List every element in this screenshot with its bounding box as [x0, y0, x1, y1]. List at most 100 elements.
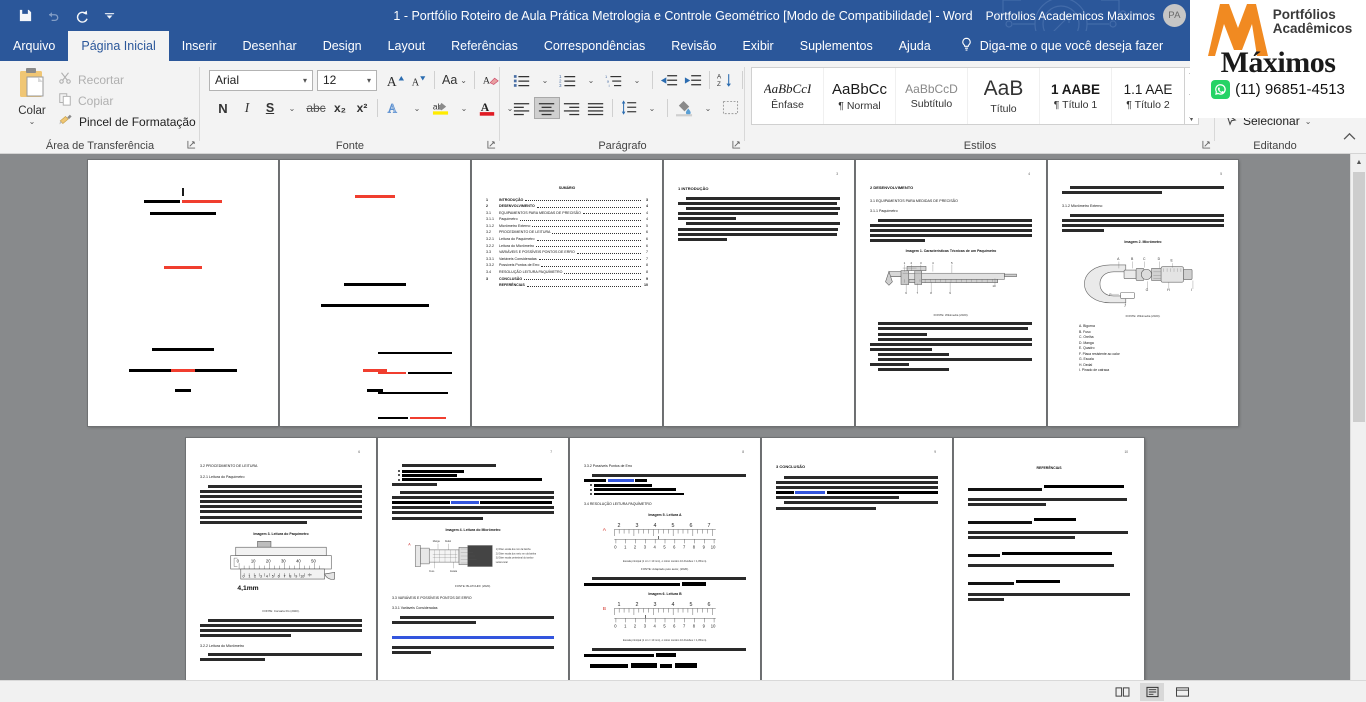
document-page[interactable]: 5 3.1.2 Micrômetro Externo Imagem 2. Mic…: [1048, 160, 1238, 426]
text-effects-chevron-down-icon[interactable]: ⌄: [406, 97, 428, 119]
toc-entry[interactable]: 3.3 VARIÁVEIS E POSSÍVEIS PONTOS DE ERRO 7: [486, 250, 648, 255]
contact-phone[interactable]: (11) 96851-4513: [1211, 79, 1345, 99]
tab-pagina-inicial[interactable]: Página Inicial: [68, 31, 169, 61]
underline-button[interactable]: S: [259, 97, 281, 119]
tab-layout[interactable]: Layout: [375, 31, 439, 61]
document-page[interactable]: [88, 160, 278, 426]
shading-chevron-down-icon[interactable]: ⌄: [697, 97, 719, 119]
underline-chevron-down-icon[interactable]: ⌄: [281, 97, 303, 119]
line-spacing-chevron-down-icon[interactable]: ⌄: [641, 97, 663, 119]
change-case-button[interactable]: Aa ⌄: [439, 69, 470, 91]
toc-entry[interactable]: 3.1 EQUIPAMENTOS PARA MEDIDAS DE PRECISÃO…: [486, 210, 648, 215]
chevron-down-icon[interactable]: ⌄: [460, 76, 467, 85]
toc-entry[interactable]: 3.1.2 Micrômetro Externo 5: [486, 223, 648, 228]
copy-button[interactable]: Copiar: [58, 90, 196, 111]
justify-button[interactable]: [584, 97, 608, 119]
redo-icon[interactable]: [68, 4, 94, 28]
multilevel-chevron-down-icon[interactable]: ⌄: [626, 69, 648, 91]
document-page[interactable]: 10 REFERÊNCIAS: [954, 438, 1144, 702]
borders-button[interactable]: [719, 97, 742, 119]
toc-entry[interactable]: 2 DESENVOLVIMENTO 4: [486, 204, 648, 209]
style-item[interactable]: AaBbCcD Subtítulo: [896, 68, 968, 124]
text-effects-button[interactable]: A: [382, 97, 406, 119]
toc-entry[interactable]: 3.2.1 Leitura do Paquímetro 6: [486, 237, 648, 242]
tell-me-search[interactable]: Diga-me o que você deseja fazer: [944, 31, 1163, 61]
font-family-input[interactable]: Arial ▾: [209, 69, 313, 91]
tab-inserir[interactable]: Inserir: [169, 31, 230, 61]
highlight-chevron-down-icon[interactable]: ⌄: [453, 97, 475, 119]
style-item[interactable]: AaBbCcI Ênfase: [752, 68, 824, 124]
increase-indent-button[interactable]: [681, 69, 705, 91]
shrink-font-button[interactable]: A: [407, 69, 430, 91]
bullet-list-button[interactable]: [510, 69, 534, 91]
toc-entry[interactable]: 1 INTRODUÇÃO 3: [486, 197, 648, 202]
toc-entry[interactable]: 3.2 PROCEDIMENTO DE LEITURA 6: [486, 230, 648, 235]
scrollbar-thumb[interactable]: [1353, 172, 1365, 422]
numbered-list-chevron-down-icon[interactable]: ⌄: [580, 69, 602, 91]
tab-ajuda[interactable]: Ajuda: [886, 31, 944, 61]
multilevel-list-button[interactable]: 1ai: [602, 69, 626, 91]
styles-gallery[interactable]: AaBbCcI Ênfase AaBbCc ¶ Normal AaBbCcD S…: [751, 67, 1199, 125]
read-mode-icon[interactable]: [1110, 683, 1134, 701]
tab-exibir[interactable]: Exibir: [729, 31, 786, 61]
undo-icon[interactable]: [40, 4, 66, 28]
toc-entry[interactable]: 3.4 RESOLUÇÃO LEITURA PAQUÍMETRO 8: [486, 270, 648, 275]
text-highlight-button[interactable]: ab: [428, 97, 453, 119]
toc-entry[interactable]: 3.3.1 Variáveis Consideradas 7: [486, 256, 648, 261]
numbered-list-button[interactable]: 123: [556, 69, 580, 91]
style-item[interactable]: AaBbCc ¶ Normal: [824, 68, 896, 124]
document-page[interactable]: 6 3.2 PROCEDIMENTO DE LEITURA 3.2.1 Leit…: [186, 438, 376, 702]
document-page[interactable]: 3 1 INTRODUÇÃO: [664, 160, 854, 426]
style-item[interactable]: 1.1 AAE ¶ Título 2: [1112, 68, 1184, 124]
scroll-up-icon[interactable]: ▲: [1351, 154, 1366, 170]
document-page[interactable]: 8 3.3.2 Possíveis Pontos de Erro 3.4 RES…: [570, 438, 760, 702]
customize-qat-icon[interactable]: [96, 4, 122, 28]
tab-suplementos[interactable]: Suplementos: [787, 31, 886, 61]
print-layout-icon[interactable]: [1140, 682, 1164, 701]
document-canvas[interactable]: SUMÁRIO 1 INTRODUÇÃO 3 2 DESENVOLVIMENTO 4 3.1…: [0, 154, 1366, 702]
vertical-scrollbar[interactable]: ▲ ▼: [1350, 154, 1366, 702]
line-spacing-button[interactable]: [617, 97, 641, 119]
style-item[interactable]: 1 AABE ¶ Título 1: [1040, 68, 1112, 124]
align-left-button[interactable]: [510, 97, 534, 119]
toc-entry[interactable]: REFERÊNCIAS 10: [486, 283, 648, 288]
document-page[interactable]: 7 Imagem 4. Leitura do Micrômetro Manga …: [378, 438, 568, 702]
decrease-indent-button[interactable]: [657, 69, 681, 91]
document-page[interactable]: SUMÁRIO 1 INTRODUÇÃO 3 2 DESENVOLVIMENTO 4 3.1…: [472, 160, 662, 426]
tab-correspondencias[interactable]: Correspondências: [531, 31, 658, 61]
toc-entry[interactable]: 3.1.1 Paquímetro 4: [486, 217, 648, 222]
tab-referencias[interactable]: Referências: [438, 31, 531, 61]
paragraph-dialog-launcher[interactable]: [731, 140, 742, 151]
format-painter-button[interactable]: Pincel de Formatação: [58, 111, 196, 132]
font-dialog-launcher[interactable]: [486, 140, 497, 151]
strikethrough-button[interactable]: abc: [303, 97, 329, 119]
web-layout-icon[interactable]: [1170, 683, 1194, 701]
tab-revisao[interactable]: Revisão: [658, 31, 729, 61]
cut-button[interactable]: Recortar: [58, 69, 196, 90]
avatar[interactable]: PA: [1163, 4, 1186, 27]
document-page[interactable]: 4 2 DESENVOLVIMENTO 3.1 EQUIPAMENTOS PAR…: [856, 160, 1046, 426]
tab-desenhar[interactable]: Desenhar: [229, 31, 309, 61]
clipboard-dialog-launcher[interactable]: [186, 140, 197, 151]
font-size-input[interactable]: 12 ▾: [317, 69, 377, 91]
paste-button[interactable]: Colar ⌄: [10, 66, 54, 126]
tab-design[interactable]: Design: [310, 31, 375, 61]
collapse-ribbon-button[interactable]: [1338, 125, 1360, 147]
chevron-down-icon[interactable]: ▾: [300, 76, 310, 85]
subscript-button[interactable]: x₂: [329, 97, 351, 119]
toc-entry[interactable]: 3 CONCLUSÃO 9: [486, 276, 648, 281]
bold-button[interactable]: N: [211, 97, 235, 119]
document-page[interactable]: 9 3 CONCLUSÃO: [762, 438, 952, 702]
account-info[interactable]: Portfolios Academicos Maximos PA: [986, 0, 1186, 31]
tab-arquivo[interactable]: Arquivo: [0, 31, 69, 61]
align-right-button[interactable]: [560, 97, 584, 119]
save-icon[interactable]: [12, 4, 38, 28]
style-item[interactable]: AaB Título: [968, 68, 1040, 124]
font-color-button[interactable]: A: [475, 97, 499, 119]
chevron-down-icon[interactable]: ⌄: [29, 117, 36, 126]
toc-entry[interactable]: 3.3.2 Possíveis Pontos de Erro 8: [486, 263, 648, 268]
italic-button[interactable]: I: [235, 97, 259, 119]
align-center-button[interactable]: [534, 97, 560, 119]
bullet-list-chevron-down-icon[interactable]: ⌄: [534, 69, 556, 91]
document-page[interactable]: [280, 160, 470, 426]
